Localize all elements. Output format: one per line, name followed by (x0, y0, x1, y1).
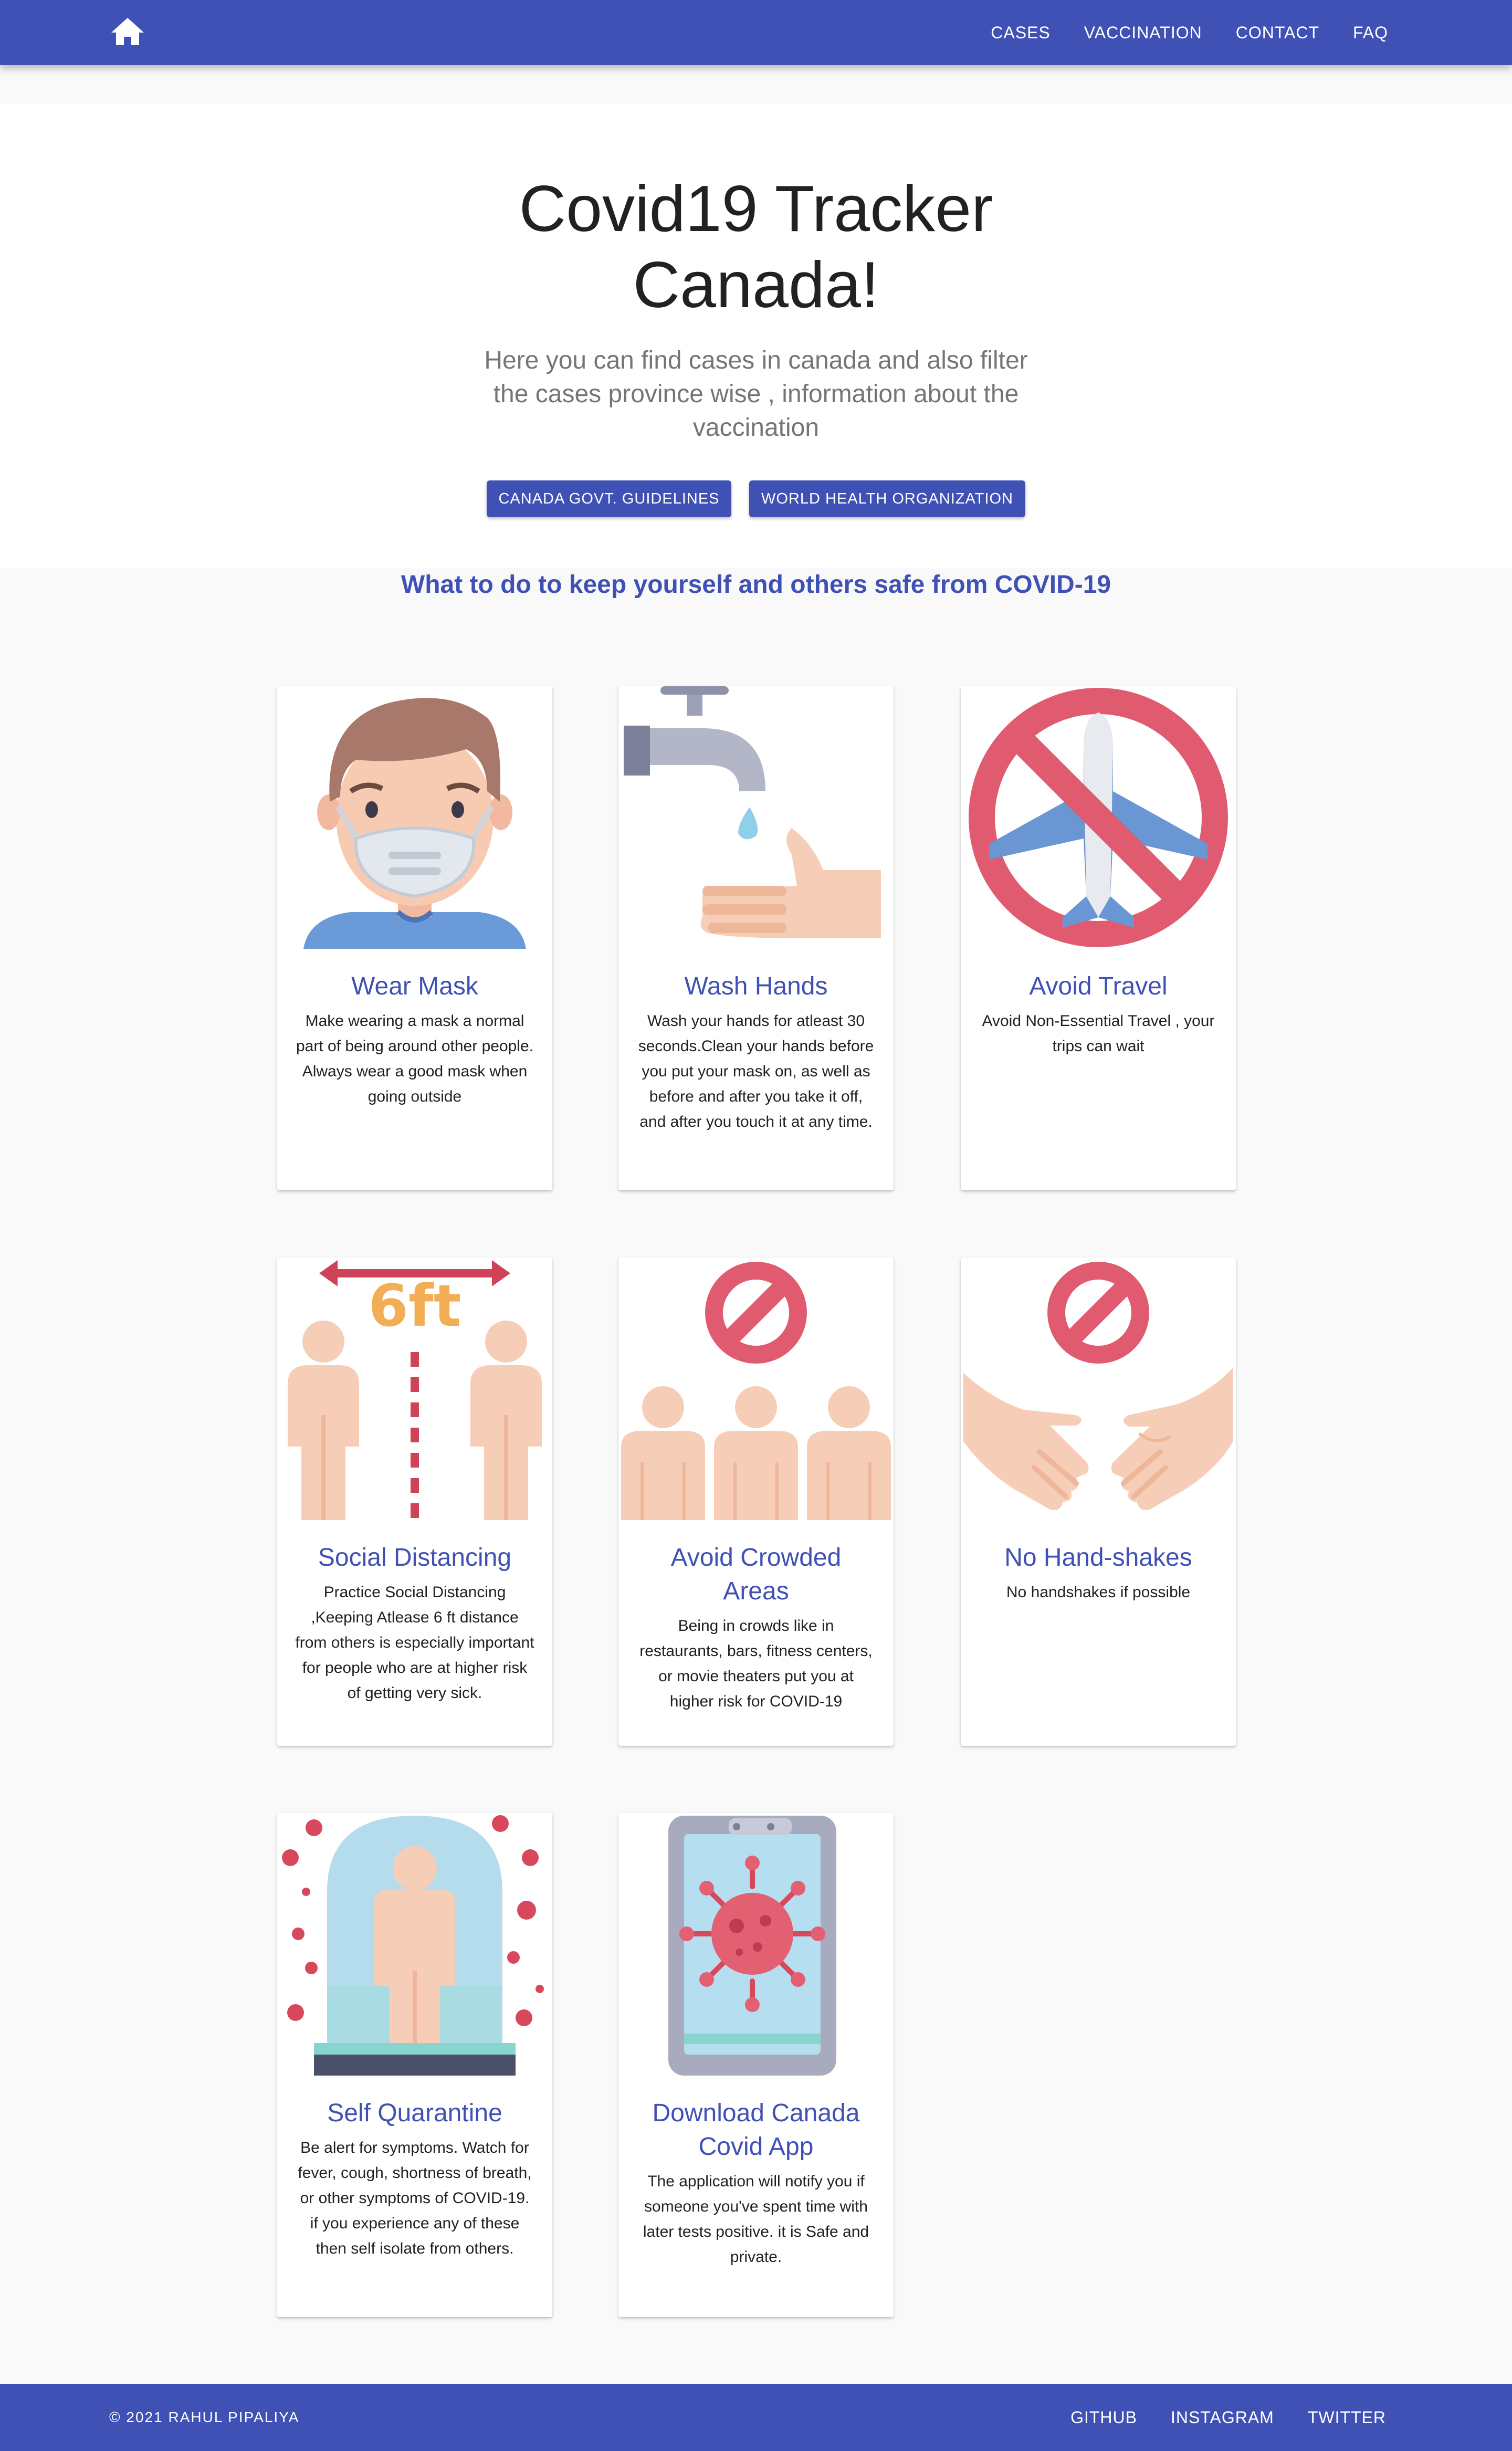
no-handshake-icon (963, 1262, 1233, 1510)
card-text: Avoid Non-Essential Travel , your trips … (982, 1012, 1215, 1055)
card-wash-hands: Wash Hands Wash your hands for atleast 3… (618, 686, 894, 1190)
twitter-link[interactable]: TWITTER (1308, 2408, 1386, 2427)
nav-links: CASES VACCINATION CONTACT FAQ (957, 0, 1388, 65)
nav-faq-link[interactable]: FAQ (1353, 23, 1388, 43)
card-text: No handshakes if possible (1006, 1584, 1191, 1601)
hero-buttons: CANADA GOVT. GUIDELINES WORLD HEALTH ORG… (0, 480, 1512, 517)
card-avoid-crowded-areas: Avoid Crowded Areas Being in crowds like… (618, 1258, 894, 1746)
no-travel-icon (969, 688, 1228, 947)
card-no-handshakes: No Hand-shakes No handshakes if possible (961, 1258, 1236, 1746)
instagram-link[interactable]: INSTAGRAM (1171, 2408, 1274, 2427)
card-social-distancing: 6ft Social Distancing Practice Social Di… (277, 1258, 552, 1746)
distance-label: 6ft (369, 1272, 461, 1339)
page-title-line1: Covid19 Tracker (519, 173, 993, 245)
card-avoid-travel: Avoid Travel Avoid Non-Essential Travel … (961, 686, 1236, 1190)
hero-subtitle: Here you can find cases in canada and al… (484, 347, 1028, 442)
card-title: Wear Mask (351, 972, 478, 1000)
wash-hands-icon (624, 686, 881, 938)
card-title: Avoid Travel (1029, 972, 1168, 1000)
no-crowd-icon (621, 1262, 891, 1520)
card-title: Download Canada Covid App (652, 2099, 860, 2161)
card-self-quarantine: Self Quarantine Be alert for symptoms. W… (277, 1813, 552, 2317)
canada-guidelines-button[interactable]: CANADA GOVT. GUIDELINES (487, 480, 731, 517)
page-footer: © 2021 RAHUL PIPALIYA GITHUB INSTAGRAM T… (0, 2384, 1512, 2451)
card-title: Self Quarantine (327, 2099, 502, 2127)
nav-vaccination-link[interactable]: VACCINATION (1084, 23, 1202, 43)
copyright-text: © 2021 RAHUL PIPALIYA (109, 2409, 300, 2425)
card-text: Practice Social Distancing ,Keeping Atle… (295, 1584, 534, 1702)
github-link[interactable]: GITHUB (1070, 2408, 1137, 2427)
nav-contact-link[interactable]: CONTACT (1236, 23, 1319, 43)
card-title: Wash Hands (684, 972, 828, 1000)
card-title: Avoid Crowded Areas (670, 1544, 842, 1605)
quarantine-icon (282, 1815, 544, 2076)
card-text: Being in crowds like in restaurants, bar… (639, 1617, 873, 1710)
covid-app-icon (668, 1816, 836, 2076)
who-button[interactable]: WORLD HEALTH ORGANIZATION (749, 480, 1025, 517)
footer-links: GITHUB INSTAGRAM TWITTER (1037, 2384, 1386, 2451)
card-covid-app: Download Canada Covid App The applicatio… (618, 1813, 894, 2317)
card-text: Wash your hands for atleast 30 seconds.C… (638, 1012, 874, 1130)
card-title: No Hand-shakes (1004, 1544, 1192, 1572)
social-distancing-icon: 6ft (288, 1260, 542, 1520)
top-navbar: CASES VACCINATION CONTACT FAQ (0, 0, 1512, 65)
hero-section: Covid19 Tracker Canada! Here you can fin… (0, 104, 1512, 568)
page-title: Covid19 Tracker Canada! (0, 171, 1512, 323)
face-mask-icon (303, 698, 526, 949)
home-icon[interactable] (110, 16, 145, 47)
safety-heading: What to do to keep yourself and others s… (401, 571, 1111, 599)
page-title-line2: Canada! (633, 249, 879, 321)
card-text: The application will notify you if someo… (643, 2173, 869, 2266)
card-wear-mask: Wear Mask Make wearing a mask a normal p… (277, 686, 552, 1190)
card-title: Social Distancing (318, 1544, 512, 1572)
nav-cases-link[interactable]: CASES (991, 23, 1050, 43)
card-text: Make wearing a mask a normal part of bei… (296, 1012, 533, 1105)
card-text: Be alert for symptoms. Watch for fever, … (298, 2139, 532, 2257)
